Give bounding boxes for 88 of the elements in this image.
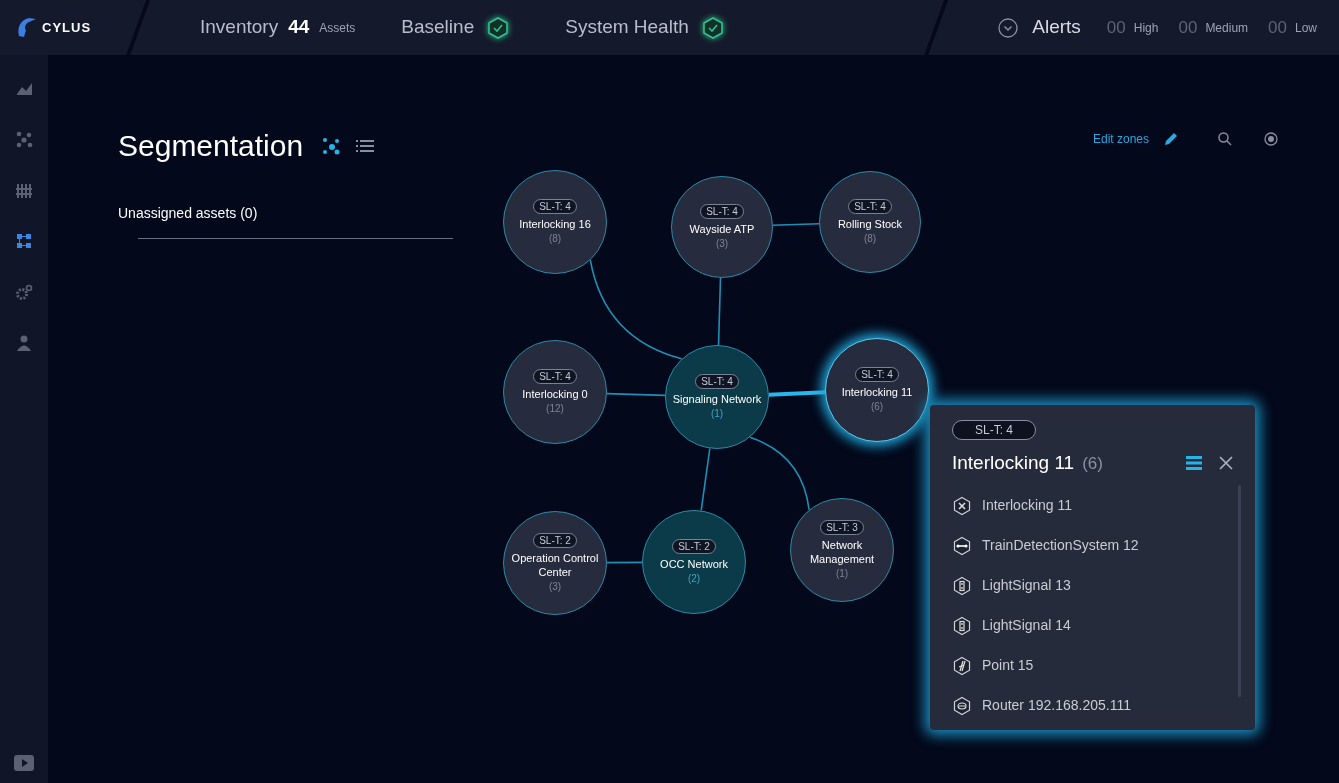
security-level-badge: SL-T: 4 [695, 373, 739, 389]
security-level-badge: SL-T: 4 [848, 198, 892, 214]
user-icon[interactable] [15, 334, 33, 352]
zone-node[interactable]: SL-T: 4 Interlocking 11 (6) [825, 338, 929, 442]
signal-icon [952, 615, 972, 636]
zone-name: Wayside ATP [689, 221, 755, 236]
alert-count: 00 [1106, 16, 1126, 39]
router-icon [952, 695, 972, 716]
asset-count: (6) [870, 399, 884, 414]
interlocking-icon [952, 495, 972, 516]
security-level-badge: SL-T: 4 [952, 420, 1036, 440]
signal-icon [952, 575, 972, 596]
zone-name: Interlocking 16 [519, 216, 591, 231]
asset-count: (1) [710, 406, 724, 421]
connector-line [717, 277, 722, 346]
list-view-icon[interactable] [355, 137, 376, 154]
panel-title: Interlocking 11 [952, 451, 1075, 475]
security-level-badge: SL-T: 4 [533, 368, 577, 384]
search-icon[interactable] [1217, 131, 1233, 147]
dropdown-button[interactable] [998, 17, 1019, 38]
logo-text: CYLUS [42, 18, 92, 37]
zone-name: Signaling Network [672, 391, 762, 406]
gears-icon[interactable] [15, 283, 33, 301]
graph-view-icon[interactable] [321, 136, 342, 155]
detection-icon [952, 535, 972, 556]
fence-icon[interactable] [15, 181, 33, 199]
zone-node[interactable]: SL-T: 4 Interlocking 0 (12) [503, 340, 607, 444]
asset-name[interactable]: LightSignal 14 [982, 615, 1071, 636]
security-level-badge: SL-T: 2 [672, 538, 716, 554]
connector-line [772, 222, 820, 227]
asset-name[interactable]: LightSignal 13 [982, 575, 1071, 596]
asset-name[interactable]: Interlocking 11 [982, 495, 1072, 516]
asset-count: (8) [863, 231, 877, 246]
alert-level-label: Medium [1205, 19, 1249, 37]
edit-zones-link[interactable]: Edit zones [1092, 130, 1149, 148]
video-icon[interactable] [14, 755, 34, 771]
alert-level-label: High [1133, 19, 1159, 37]
zone-name: Network Management [808, 537, 876, 566]
unassigned-assets-label: Unassigned assets (0) [118, 204, 259, 223]
connector-line [606, 392, 666, 397]
zone-name: Rolling Stock [837, 216, 903, 231]
zone-node[interactable]: SL-T: 4 Interlocking 16 (8) [503, 170, 607, 274]
pencil-icon[interactable] [1163, 131, 1179, 147]
asset-count: (2) [687, 571, 701, 586]
target-icon[interactable] [1263, 131, 1279, 147]
switch-icon [952, 655, 972, 676]
alert-count: 00 [1268, 16, 1287, 39]
zone-name: Operation Control Center [510, 550, 600, 579]
zone-node[interactable]: SL-T: 4 Signaling Network (1) [665, 345, 769, 449]
security-level-badge: SL-T: 4 [700, 203, 744, 219]
zone-name: Interlocking 0 [522, 386, 588, 401]
zone-node[interactable]: SL-T: 4 Wayside ATP (3) [671, 176, 773, 278]
segmentation-icon[interactable] [15, 232, 33, 250]
alert-count: 00 [1178, 16, 1198, 39]
asset-name[interactable]: Router 192.168.205.111 [982, 695, 1131, 716]
alerts-label: Alerts [1032, 15, 1081, 40]
inventory-label: Inventory [200, 15, 279, 40]
asset-name[interactable]: Point 15 [982, 655, 1034, 676]
asset-count: (12) [546, 401, 564, 416]
connector-line [606, 561, 643, 564]
security-level-badge: SL-T: 4 [533, 198, 577, 214]
security-level-badge: SL-T: 4 [855, 366, 899, 382]
security-level-badge: SL-T: 2 [533, 532, 577, 548]
assets-label: Assets [319, 19, 356, 37]
zone-name: Interlocking 11 [841, 384, 913, 399]
asset-name[interactable]: TrainDetectionSystem 12 [982, 535, 1139, 556]
close-icon[interactable] [1219, 456, 1233, 471]
security-level-badge: SL-T: 3 [820, 519, 864, 535]
zone-node[interactable]: SL-T: 3 Network Management (1) [790, 498, 894, 602]
zone-node[interactable]: SL-T: 2 OCC Network (2) [642, 510, 746, 614]
zone-node[interactable]: SL-T: 4 Rolling Stock (8) [819, 171, 921, 273]
baseline-label: Baseline [401, 15, 475, 40]
page-title: Segmentation [118, 128, 304, 164]
list-icon[interactable] [1185, 455, 1203, 472]
asset-count: (8) [548, 231, 562, 246]
zone-name: OCC Network [660, 556, 728, 571]
system-health-label: System Health [565, 15, 689, 40]
asset-count: (1) [835, 566, 849, 581]
asset-count: (6) [1082, 452, 1103, 475]
alert-level-label: Low [1295, 19, 1317, 37]
logo-icon [16, 15, 38, 40]
connector-line [768, 390, 826, 397]
network-icon[interactable] [15, 130, 33, 148]
asset-count: 44 [288, 15, 310, 40]
zone-node[interactable]: SL-T: 2 Operation Control Center (3) [503, 511, 607, 615]
asset-count: (3) [715, 236, 729, 251]
connector-line [700, 447, 711, 512]
asset-count: (3) [548, 579, 562, 594]
